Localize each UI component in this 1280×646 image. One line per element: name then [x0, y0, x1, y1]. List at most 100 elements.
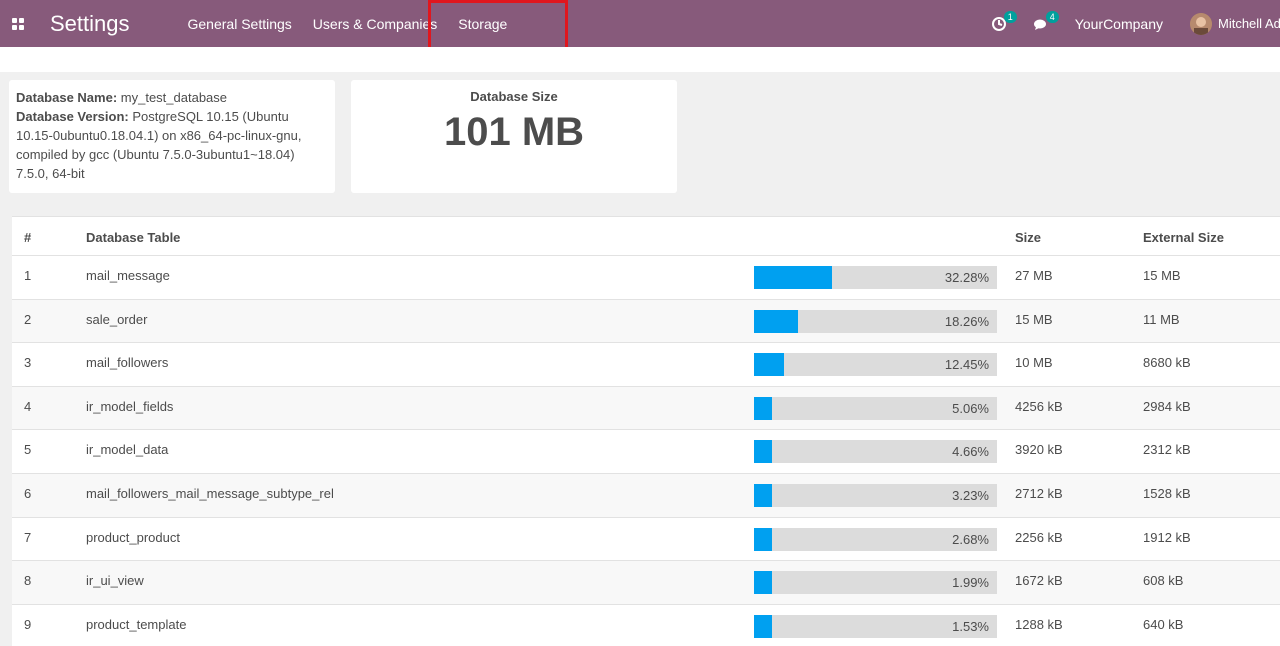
usage-bar-fill — [754, 353, 785, 377]
row-size: 15 MB — [1015, 311, 1053, 327]
menu-storage[interactable]: Storage — [458, 16, 507, 32]
usage-bar: 3.23% — [754, 484, 997, 507]
row-table-name: ir_ui_view — [86, 573, 144, 589]
row-number: 1 — [24, 268, 32, 283]
row-external-size: 11 MB — [1143, 311, 1180, 327]
row-number: 3 — [24, 355, 32, 371]
db-name-label: Database Name: — [16, 90, 118, 105]
row-external-size: 608 kB — [1143, 573, 1184, 589]
row-external-size: 640 kB — [1143, 616, 1184, 632]
header-external-size: External Size — [1143, 230, 1224, 245]
systray: 1 4 YourCompany Mitchell Admin — [991, 0, 1280, 47]
usage-bar-fill — [754, 614, 772, 638]
usage-percent: 32.28% — [944, 270, 989, 285]
table-row: 9 product_template 1.53% 1288 kB 640 kB — [12, 605, 1280, 646]
row-number: 2 — [24, 311, 32, 327]
usage-bar: 18.26% — [754, 309, 997, 333]
row-external-size: 15 MB — [1143, 268, 1181, 283]
messages-badge: 4 — [1045, 10, 1059, 23]
row-external-size: 1528 kB — [1143, 486, 1191, 501]
header-table: Database Table — [86, 230, 181, 245]
main-menu: General Settings Users & Companies Stora… — [188, 16, 529, 32]
database-tables: # Database Table Size External Size 1 mai… — [12, 216, 1280, 646]
activities-icon[interactable]: 1 — [991, 10, 1017, 32]
row-number: 6 — [24, 486, 32, 501]
row-external-size: 2984 kB — [1143, 398, 1191, 414]
row-size: 3920 kB — [1015, 442, 1063, 458]
usage-percent: 12.45% — [944, 357, 989, 373]
row-table-name: product_template — [86, 616, 187, 632]
usage-bar: 12.45% — [754, 353, 997, 377]
table-row: 1 mail_message 32.28% 27 MB 15 MB — [12, 256, 1280, 300]
user-avatar[interactable] — [1190, 12, 1212, 35]
table-row: 5 ir_model_data 4.66% 3920 kB 2312 kB — [12, 430, 1280, 474]
user-menu[interactable]: Mitchell Admin — [1218, 16, 1280, 31]
activities-badge: 1 — [1003, 10, 1017, 23]
row-table-name: ir_model_data — [86, 442, 169, 458]
usage-bar-fill — [754, 396, 772, 420]
row-size: 2256 kB — [1015, 529, 1063, 545]
company-switcher[interactable]: YourCompany — [1075, 16, 1163, 32]
messages-icon[interactable]: 4 — [1033, 10, 1059, 32]
row-size: 4256 kB — [1015, 398, 1063, 414]
menu-general-settings[interactable]: General Settings — [188, 16, 292, 32]
table-header: # Database Table Size External Size — [12, 217, 1280, 256]
control-panel — [0, 47, 1280, 72]
usage-percent: 3.23% — [952, 488, 989, 503]
usage-percent: 4.66% — [952, 444, 989, 460]
usage-percent: 2.68% — [952, 531, 989, 547]
row-size: 1672 kB — [1015, 573, 1063, 589]
row-size: 10 MB — [1015, 355, 1053, 371]
table-row: 3 mail_followers 12.45% 10 MB 8680 kB — [12, 343, 1280, 387]
row-table-name: mail_message — [86, 268, 170, 283]
table-row: 6 mail_followers_mail_message_subtype_rel… — [12, 474, 1280, 518]
usage-bar: 32.28% — [754, 266, 997, 289]
table-row: 2 sale_order 18.26% 15 MB 11 MB — [12, 299, 1280, 344]
database-info-card: Database Name: my_test_database Database… — [9, 80, 335, 193]
row-number: 4 — [24, 398, 32, 414]
row-table-name: product_product — [86, 529, 180, 545]
row-table-name: ir_model_fields — [86, 398, 174, 414]
usage-bar-fill — [754, 440, 772, 464]
usage-bar-fill — [754, 266, 833, 289]
row-size: 27 MB — [1015, 268, 1053, 283]
header-size: Size — [1015, 230, 1042, 245]
database-size-card: Database Size 101 MB — [351, 80, 677, 193]
usage-percent: 18.26% — [944, 313, 989, 329]
usage-bar: 1.53% — [754, 614, 997, 638]
menu-users-companies[interactable]: Users & Companies — [313, 16, 438, 32]
app-title: Settings — [50, 10, 130, 36]
row-table-name: mail_followers_mail_message_subtype_rel — [86, 486, 334, 501]
row-external-size: 8680 kB — [1143, 355, 1191, 371]
apps-menu-icon[interactable] — [12, 17, 24, 30]
row-external-size: 1912 kB — [1143, 529, 1191, 545]
row-size: 2712 kB — [1015, 486, 1063, 501]
table-row: 8 ir_ui_view 1.99% 1672 kB 608 kB — [12, 561, 1280, 605]
row-number: 8 — [24, 573, 32, 589]
db-version-label: Database Version: — [16, 109, 129, 124]
usage-bar-fill — [754, 309, 799, 333]
table-row: 4 ir_model_fields 5.06% 4256 kB 2984 kB — [12, 386, 1280, 431]
usage-bar: 4.66% — [754, 440, 997, 464]
row-number: 9 — [24, 616, 32, 632]
usage-bar-fill — [754, 484, 772, 507]
row-number: 7 — [24, 529, 32, 545]
db-name-value: my_test_database — [120, 90, 228, 105]
usage-bar: 2.68% — [754, 527, 997, 551]
top-navbar: Settings General Settings Users & Compan… — [0, 0, 1280, 47]
row-external-size: 2312 kB — [1143, 442, 1191, 458]
table-row: 7 product_product 2.68% 2256 kB 1912 kB — [12, 518, 1280, 562]
usage-percent: 1.99% — [952, 575, 989, 591]
row-table-name: sale_order — [86, 311, 148, 327]
usage-percent: 5.06% — [952, 400, 989, 416]
header-num: # — [24, 230, 32, 245]
row-number: 5 — [24, 442, 32, 458]
db-size-value: 101 MB — [443, 110, 585, 154]
usage-bar: 1.99% — [754, 571, 997, 595]
usage-bar-fill — [754, 571, 772, 595]
usage-bar-fill — [754, 527, 772, 551]
db-size-label: Database Size — [470, 89, 558, 104]
usage-bar: 5.06% — [754, 396, 997, 420]
row-table-name: mail_followers — [86, 355, 169, 371]
row-size: 1288 kB — [1015, 616, 1063, 632]
